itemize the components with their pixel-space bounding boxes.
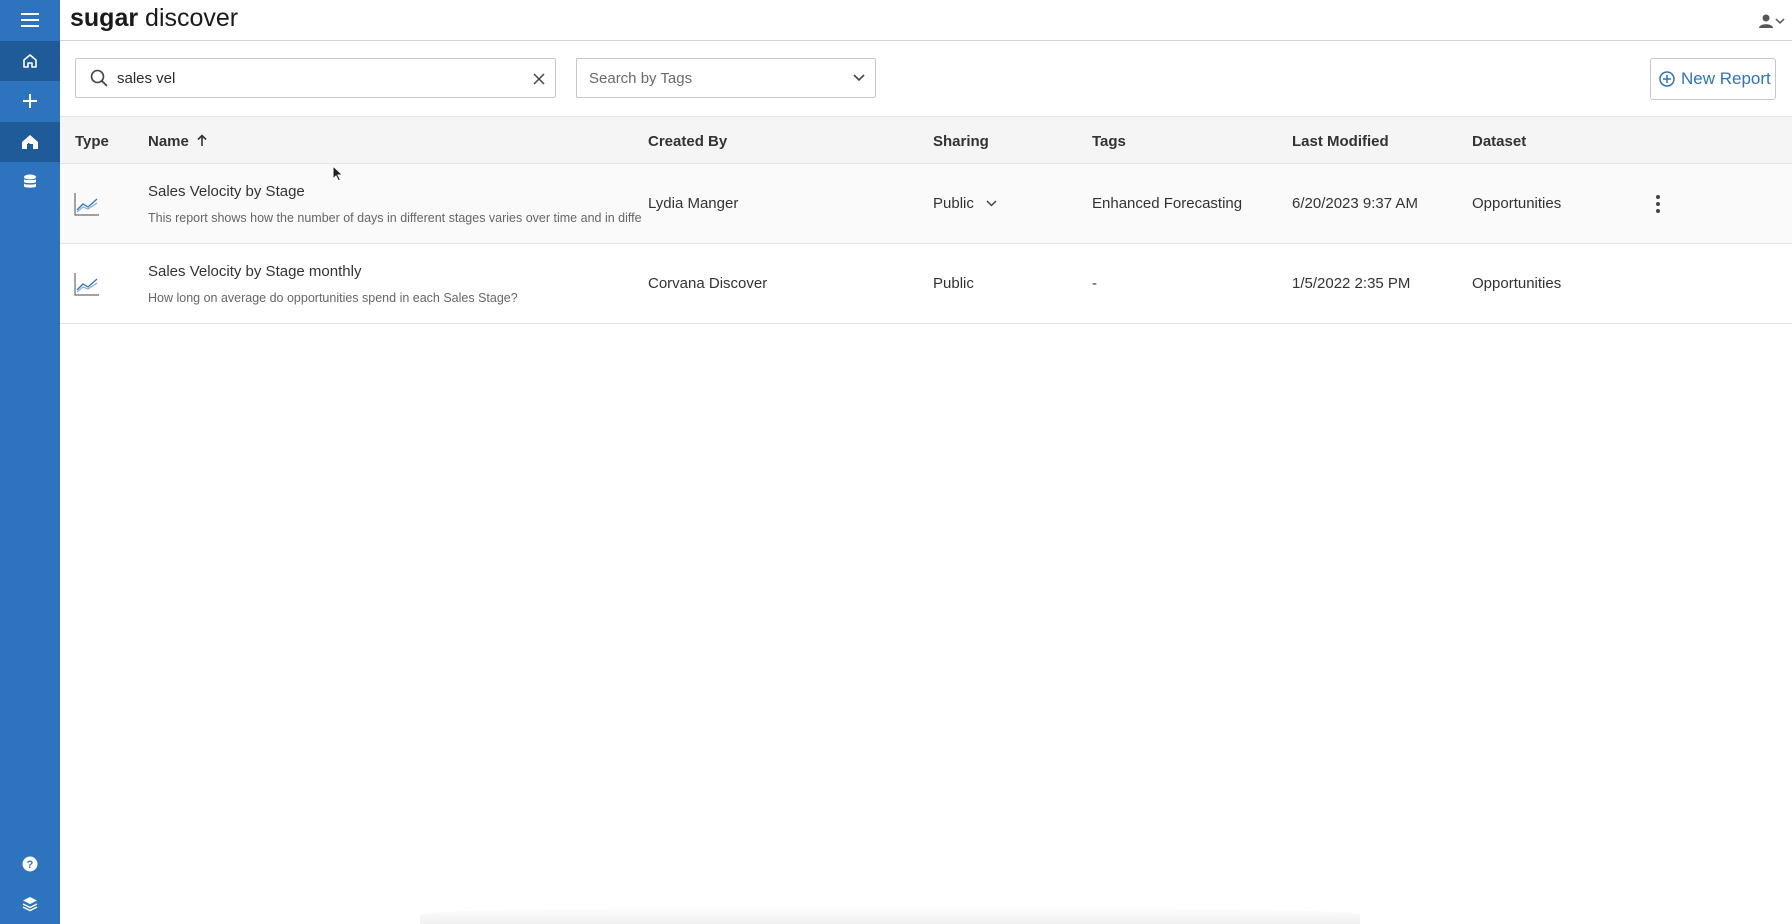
sort-ascending-icon [197,134,207,146]
column-header-created-by[interactable]: Created By [648,133,727,150]
new-report-label: New Report [1681,69,1771,88]
clear-search-button[interactable] [529,69,549,89]
user-icon [1759,14,1773,28]
tags-select-placeholder: Search by Tags [589,70,693,87]
column-header-tags[interactable]: Tags [1092,133,1126,150]
user-menu[interactable] [1758,10,1788,32]
column-header-sharing[interactable]: Sharing [933,133,989,150]
database-icon [24,174,36,188]
chevron-down-icon [853,74,865,82]
svg-text:?: ? [27,859,34,871]
column-header-name[interactable]: Name [148,133,207,150]
column-header-name-label: Name [148,133,189,150]
table-header: Type Name Created By Sharing Tags Last M… [60,116,1792,164]
sidebar-item-create[interactable] [0,81,60,121]
search-input-value: sales vel [117,70,176,87]
sidebar-item-layers[interactable] [0,884,60,924]
sidebar-item-help[interactable]: ? [0,844,60,884]
close-icon [533,73,545,85]
brand-light: discover [138,4,239,32]
app-header: sugar discover [60,0,1792,41]
bottom-shadow [420,906,1360,924]
column-header-type[interactable]: Type [75,133,109,150]
sidebar: ? [0,0,60,924]
tags-value: - [1092,275,1097,292]
chevron-down-icon [986,200,997,207]
sidebar-item-home[interactable] [0,41,60,81]
created-by: Lydia Manger [648,195,739,212]
help-icon: ? [22,856,38,872]
tags-value: Enhanced Forecasting [1092,195,1243,212]
layers-icon [22,897,38,912]
home-icon [23,54,37,68]
plus-icon [23,94,37,108]
brand-bold: sugar [70,4,139,32]
last-modified: 1/5/2022 2:35 PM [1292,275,1411,292]
mouse-cursor [332,165,344,182]
column-header-last-modified[interactable]: Last Modified [1292,133,1389,150]
report-description: This report shows how the number of days… [148,211,641,225]
search-icon [90,69,108,87]
line-chart-icon [74,193,99,216]
table-row[interactable]: Sales Velocity by Stage This report show… [60,164,1792,244]
sidebar-item-reports[interactable] [0,122,60,162]
report-description: How long on average do opportunities spe… [148,291,518,305]
menu-button[interactable] [0,0,60,40]
plus-circle-icon [1659,71,1675,87]
sharing-value: Public [933,275,974,292]
table-row[interactable]: Sales Velocity by Stage monthly How long… [60,244,1792,324]
dataset-value: Opportunities [1472,195,1562,212]
reports-home-icon [22,135,38,149]
search-input[interactable]: sales vel [75,58,556,98]
sharing-dropdown[interactable]: Public [933,195,997,212]
report-name-link[interactable]: Sales Velocity by Stage [148,183,305,200]
column-header-dataset[interactable]: Dataset [1472,133,1526,150]
sidebar-item-datasets[interactable] [0,162,60,202]
menu-icon [21,13,39,27]
created-by: Corvana Discover [648,275,768,292]
new-report-button[interactable]: New Report [1650,58,1776,100]
more-vertical-icon [1656,195,1660,199]
tags-select[interactable]: Search by Tags [576,58,876,98]
line-chart-icon [74,273,99,296]
app-logo[interactable]: sugar discover [70,4,238,33]
last-modified: 6/20/2023 9:37 AM [1292,195,1418,212]
report-name-link[interactable]: Sales Velocity by Stage monthly [148,263,361,280]
chevron-down-icon [1775,18,1785,25]
sharing-value: Public [933,195,974,212]
dataset-value: Opportunities [1472,275,1562,292]
row-actions-menu-button[interactable] [1650,192,1666,216]
